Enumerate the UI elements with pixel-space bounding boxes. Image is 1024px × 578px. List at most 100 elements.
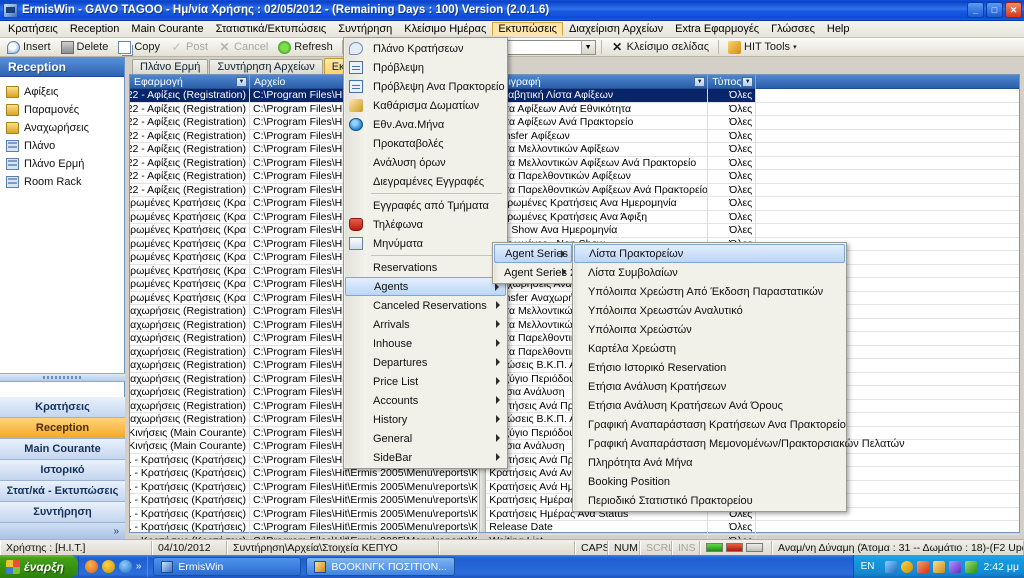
column-filter-icon[interactable]: ▼ — [694, 76, 706, 87]
menu-item-5[interactable]: Καρτέλα Χρεώστη — [574, 339, 845, 358]
table-row[interactable]: Transfer Αφίξεων Όλες — [486, 129, 1019, 143]
tray-icon-4[interactable] — [932, 560, 945, 573]
close-button[interactable]: ✕ — [1005, 2, 1022, 18]
firefox-icon[interactable] — [84, 560, 98, 573]
menubar-item-8[interactable]: Extra Εφαρμογές — [669, 22, 765, 36]
grid-header-app[interactable]: Εφαρμογή ▼ — [130, 74, 250, 89]
sidebar-button-1[interactable]: Reception — [0, 418, 125, 439]
maximize-button[interactable]: □ — [986, 2, 1003, 18]
menu-item-11[interactable]: Πληρότητα Ανά Μήνα — [574, 453, 845, 472]
menu-item-4[interactable]: Υπόλοιπα Χρεώστών — [574, 320, 845, 339]
grid-header-type[interactable]: Τύπος ▼ — [708, 74, 757, 89]
table-row[interactable]: Αλφαβητική Λίστα Αφίξεων Όλες — [486, 89, 1019, 103]
tray-icon-1[interactable] — [884, 560, 897, 573]
table-row[interactable]: Release Date Όλες — [486, 521, 1019, 535]
menu-item-6[interactable]: Ανάλυση όρων — [345, 153, 506, 172]
menu-item-9[interactable]: Τηλέφωνα — [345, 215, 506, 234]
menu-item-2[interactable]: Υπόλοιπα Χρεώστη Από Έκδοση Παραστατικών — [574, 282, 845, 301]
sidebar-button-4[interactable]: Στατ/κά - Εκτυπώσεις — [0, 481, 125, 502]
tab-1[interactable]: Συντήρηση Αρχείων — [209, 59, 323, 74]
menu-item-15[interactable]: Inhouse — [345, 334, 506, 353]
ie-icon[interactable] — [118, 560, 132, 573]
sidebar-item-4[interactable]: Πλάνο Ερμή — [6, 155, 124, 173]
tray-icon-3[interactable] — [916, 560, 929, 573]
table-row[interactable]: Λίστα Αφίξεων Ανά Εθνικότητα Όλες — [486, 102, 1019, 116]
sidebar-button-5[interactable]: Συντήρηση — [0, 502, 125, 523]
menu-item-11[interactable]: Reservations — [345, 258, 506, 277]
start-button[interactable]: έναρξη — [0, 555, 78, 578]
menu-item-13[interactable]: Περιοδικό Στατιστικό Πρακτορείου — [574, 491, 845, 510]
menu-item-4[interactable]: Εθν.Ανα.Μήνα — [345, 115, 506, 134]
column-filter-icon[interactable]: ▼ — [742, 76, 754, 87]
menu-item-6[interactable]: Ετήσιο Ιστορικό Reservation — [574, 358, 845, 377]
menubar-item-2[interactable]: Main Courante — [125, 22, 209, 36]
menu-item-0[interactable]: Agent Series 1 — [494, 244, 577, 263]
sidebar-item-2[interactable]: Αναχωρήσεις — [6, 119, 124, 137]
table-row[interactable]: Ακυρωμένες Κρατήσεις Ανα Άφιξη Όλες — [486, 210, 1019, 224]
table-row[interactable]: 11 - Κρατήσεις (Κρατήσεις)C:\Program Fil… — [130, 494, 480, 508]
table-row[interactable]: 11 - Κρατήσεις (Κρατήσεις)C:\Program Fil… — [130, 521, 480, 535]
menu-item-13[interactable]: Canceled Reservations — [345, 296, 506, 315]
table-row[interactable]: 11 - Κρατήσεις (Κρατήσεις)C:\Program Fil… — [130, 507, 480, 521]
column-filter-icon[interactable]: ▼ — [236, 76, 247, 87]
menu-item-17[interactable]: Price List — [345, 372, 506, 391]
sidebar-button-3[interactable]: Ιστορικό — [0, 460, 125, 481]
menubar-item-4[interactable]: Συντήρηση — [332, 22, 398, 36]
table-row[interactable]: 11 - Κρατήσεις (Κρατήσεις)C:\Program Fil… — [130, 480, 480, 494]
menu-item-14[interactable]: Arrivals — [345, 315, 506, 334]
menu-item-12[interactable]: Agents — [345, 277, 506, 296]
menubar-item-6[interactable]: Εκτυπώσεις — [492, 22, 563, 36]
tray-icon-6[interactable] — [964, 560, 977, 573]
menubar-item-0[interactable]: Κρατήσεις — [2, 22, 64, 36]
table-row[interactable]: Λίστα Μελλοντικών Αφίξεων Ανά Πρακτορείο… — [486, 156, 1019, 170]
refresh-button[interactable]: Refresh — [274, 40, 337, 55]
copy-button[interactable]: Copy — [114, 40, 164, 55]
sidebar-item-0[interactable]: Αφίξεις — [6, 83, 124, 101]
menu-item-2[interactable]: Πρόβλεψη Ανα Πρακτορείο — [345, 77, 506, 96]
menubar-item-3[interactable]: Στατιστικά/Εκτυπώσεις — [210, 22, 333, 36]
menu-item-10[interactable]: Γραφική Αναπαράσταση Μεμονομένων/Πρακτορ… — [574, 434, 905, 453]
table-row[interactable]: Λίστα Παρελθοντικών Αφίξεων Ανά Πρακτορε… — [486, 183, 1019, 197]
menubar-item-1[interactable]: Reception — [64, 22, 126, 36]
quick-launch[interactable]: » — [77, 556, 149, 577]
table-row[interactable]: Λίστα Μελλοντικών Αφίξεων Όλες — [486, 143, 1019, 157]
hit-tools-button[interactable]: HIT Tools ▾ — [724, 40, 801, 55]
menu-item-0[interactable]: Πλάνο Κρατήσεων — [345, 39, 506, 58]
language-indicator[interactable]: EN — [861, 561, 875, 572]
close-page-button[interactable]: ✕ Κλείσιμο σελίδας — [607, 40, 713, 55]
ektyposeis-dropdown-menu[interactable]: Πλάνο Κρατήσεων Πρόβλεψη Πρόβλεψη Ανα Πρακ… — [343, 37, 508, 469]
menu-item-1[interactable]: Λίστα Συμβολαίων — [574, 263, 845, 282]
menubar-item-7[interactable]: Διαχείριση Αρχείων — [563, 22, 669, 36]
minimize-button[interactable]: _ — [967, 2, 984, 18]
agents-submenu[interactable]: Agent Series 1 Agent Series 2 — [492, 242, 577, 284]
menu-item-18[interactable]: Accounts — [345, 391, 506, 410]
delete-button[interactable]: Delete — [57, 40, 113, 55]
menu-item-19[interactable]: History — [345, 410, 506, 429]
sidebar-more-button[interactable]: » — [0, 523, 125, 539]
quick-launch-more[interactable]: » — [136, 561, 142, 572]
taskbar-clock[interactable]: 2:42 μμ — [984, 561, 1019, 573]
taskbar-item-ermiswin[interactable]: ErmisWin — [153, 557, 302, 576]
table-row[interactable]: Λίστα Παρελθοντικών Αφίξεων Όλες — [486, 170, 1019, 184]
opera-icon[interactable] — [101, 560, 115, 573]
menu-item-21[interactable]: SideBar — [345, 448, 506, 467]
sidebar-item-3[interactable]: Πλάνο — [6, 137, 124, 155]
menu-item-16[interactable]: Departures — [345, 353, 506, 372]
table-row[interactable]: Ακυρωμένες Κρατήσεις Ανα Ημερομηνία Όλες — [486, 197, 1019, 211]
menu-item-7[interactable]: Ετήσια Ανάλυση Κρατήσεων — [574, 377, 845, 396]
menubar-item-9[interactable]: Γλώσσες — [765, 22, 821, 36]
menu-item-9[interactable]: Γραφική Αναπαράσταση Κρατήσεων Ανα Πρακτ… — [574, 415, 846, 434]
menu-item-5[interactable]: Προκαταβολές — [345, 134, 506, 153]
menu-item-8[interactable]: Εγγραφές από Τμήματα — [345, 196, 506, 215]
sidebar-button-0[interactable]: Κρατήσεις — [0, 397, 125, 418]
menu-item-20[interactable]: General — [345, 429, 506, 448]
menu-item-1[interactable]: Πρόβλεψη — [345, 58, 506, 77]
menu-item-7[interactable]: Διεγραμένες Εγγραφές — [345, 172, 506, 191]
menubar-item-5[interactable]: Κλείσιμο Ημέρας — [398, 22, 492, 36]
taskbar-item-booking-position[interactable]: BOOKINΓK ΠΟΣΙΤΙΟΝ... — [306, 557, 455, 576]
menubar-item-10[interactable]: Help — [821, 22, 856, 36]
sidebar-item-1[interactable]: Παραμονές — [6, 101, 124, 119]
sidebar-button-2[interactable]: Main Courante — [0, 439, 125, 460]
menu-item-1[interactable]: Agent Series 2 — [494, 263, 576, 282]
agent-series-1-submenu[interactable]: Λίστα Πρακτορείων Λίστα Συμβολαίων Υπόλοιπ… — [572, 242, 905, 512]
